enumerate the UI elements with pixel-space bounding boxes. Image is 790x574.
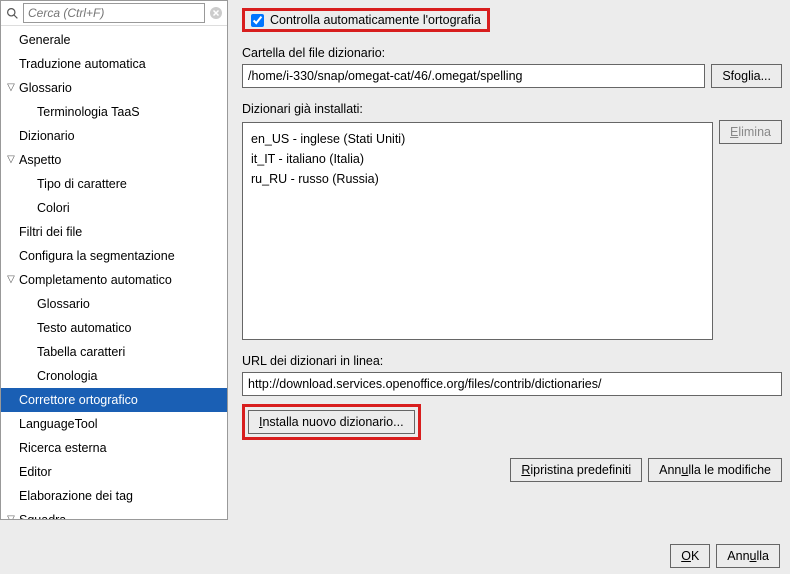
tree-item-label: Elaborazione dei tag [19, 486, 133, 506]
url-label: URL dei dizionari in linea: [242, 354, 782, 368]
folder-input[interactable] [242, 64, 705, 88]
restore-defaults-button[interactable]: Ripristina predefiniti [510, 458, 642, 482]
tree-item[interactable]: Elaborazione dei tag [1, 484, 227, 508]
dialog-footer: OK Annulla [670, 544, 780, 568]
installed-label: Dizionari già installati: [242, 102, 782, 116]
tree-item[interactable]: Colori [1, 196, 227, 220]
delete-button[interactable]: Elimina [719, 120, 782, 144]
tree-item-label: Editor [19, 462, 52, 482]
tree-item-label: Aspetto [19, 150, 61, 170]
tree-item[interactable]: Traduzione automatica [1, 52, 227, 76]
tree-item-label: Ricerca esterna [19, 438, 107, 458]
tree-item-label: Traduzione automatica [19, 54, 146, 74]
autocheck-label: Controlla automaticamente l'ortografia [270, 13, 481, 27]
tree-item[interactable]: ▽Aspetto [1, 148, 227, 172]
tree-item[interactable]: ▽Completamento automatico [1, 268, 227, 292]
autocheck-row[interactable]: Controlla automaticamente l'ortografia [245, 11, 487, 29]
tree-item[interactable]: Testo automatico [1, 316, 227, 340]
sidebar: GeneraleTraduzione automatica▽GlossarioT… [0, 0, 228, 520]
tree-item-label: Testo automatico [37, 318, 132, 338]
search-row [1, 1, 227, 26]
tree-item[interactable]: Editor [1, 460, 227, 484]
autocheck-checkbox[interactable] [251, 14, 264, 27]
tree-item-label: Configura la segmentazione [19, 246, 175, 266]
tree-item[interactable]: Dizionario [1, 124, 227, 148]
tree-item-label: Terminologia TaaS [37, 102, 140, 122]
url-input[interactable] [242, 372, 782, 396]
tree-item[interactable]: LanguageTool [1, 412, 227, 436]
tree-item[interactable]: Generale [1, 28, 227, 52]
cancel-button[interactable]: Annulla [716, 544, 780, 568]
tree-item-label: Colori [37, 198, 70, 218]
dictionary-list[interactable]: en_US - inglese (Stati Uniti)it_IT - ita… [242, 122, 713, 340]
tree-item[interactable]: Ricerca esterna [1, 436, 227, 460]
tree-item-label: Generale [19, 30, 70, 50]
panel-buttons: Ripristina predefiniti Annulla le modifi… [242, 458, 782, 482]
highlight-install: Installa nuovo dizionario... [242, 404, 421, 440]
tree-item-label: Glossario [19, 78, 72, 98]
expander-icon[interactable]: ▽ [5, 512, 17, 519]
tree-item-label: Tabella caratteri [37, 342, 125, 362]
ok-button[interactable]: OK [670, 544, 710, 568]
tree-item[interactable]: Cronologia [1, 364, 227, 388]
list-item[interactable]: en_US - inglese (Stati Uniti) [251, 129, 704, 149]
install-button[interactable]: Installa nuovo dizionario... [248, 410, 415, 434]
tree-item[interactable]: Filtri dei file [1, 220, 227, 244]
discard-changes-button[interactable]: Annulla le modifiche [648, 458, 782, 482]
expander-icon[interactable]: ▽ [5, 80, 17, 96]
tree-item-label: LanguageTool [19, 414, 98, 434]
tree-item-label: Glossario [37, 294, 90, 314]
tree-item[interactable]: Glossario [1, 292, 227, 316]
tree-item-label: Filtri dei file [19, 222, 82, 242]
tree-item[interactable]: Correttore ortografico [1, 388, 227, 412]
folder-label: Cartella del file dizionario: [242, 46, 782, 60]
browse-button[interactable]: Sfoglia... [711, 64, 782, 88]
clear-search-icon[interactable] [209, 6, 223, 20]
tree-item[interactable]: ▽Glossario [1, 76, 227, 100]
search-input[interactable] [23, 3, 205, 23]
tree-item[interactable]: Tabella caratteri [1, 340, 227, 364]
highlight-autocheck: Controlla automaticamente l'ortografia [242, 8, 490, 32]
tree-item[interactable]: ▽Squadra... [1, 508, 227, 519]
tree-item[interactable]: Configura la segmentazione [1, 244, 227, 268]
expander-icon[interactable]: ▽ [5, 152, 17, 168]
tree-item-label: Cronologia [37, 366, 97, 386]
tree-item-label: Squadra... [19, 510, 77, 519]
tree-item[interactable]: Tipo di carattere [1, 172, 227, 196]
search-icon [5, 6, 19, 20]
settings-tree[interactable]: GeneraleTraduzione automatica▽GlossarioT… [1, 26, 227, 519]
main-panel: Controlla automaticamente l'ortografia C… [228, 0, 790, 520]
tree-item-label: Dizionario [19, 126, 75, 146]
tree-item-label: Correttore ortografico [19, 390, 138, 410]
expander-icon[interactable]: ▽ [5, 272, 17, 288]
tree-item-label: Completamento automatico [19, 270, 172, 290]
tree-item-label: Tipo di carattere [37, 174, 127, 194]
list-item[interactable]: it_IT - italiano (Italia) [251, 149, 704, 169]
list-item[interactable]: ru_RU - russo (Russia) [251, 169, 704, 189]
tree-item[interactable]: Terminologia TaaS [1, 100, 227, 124]
